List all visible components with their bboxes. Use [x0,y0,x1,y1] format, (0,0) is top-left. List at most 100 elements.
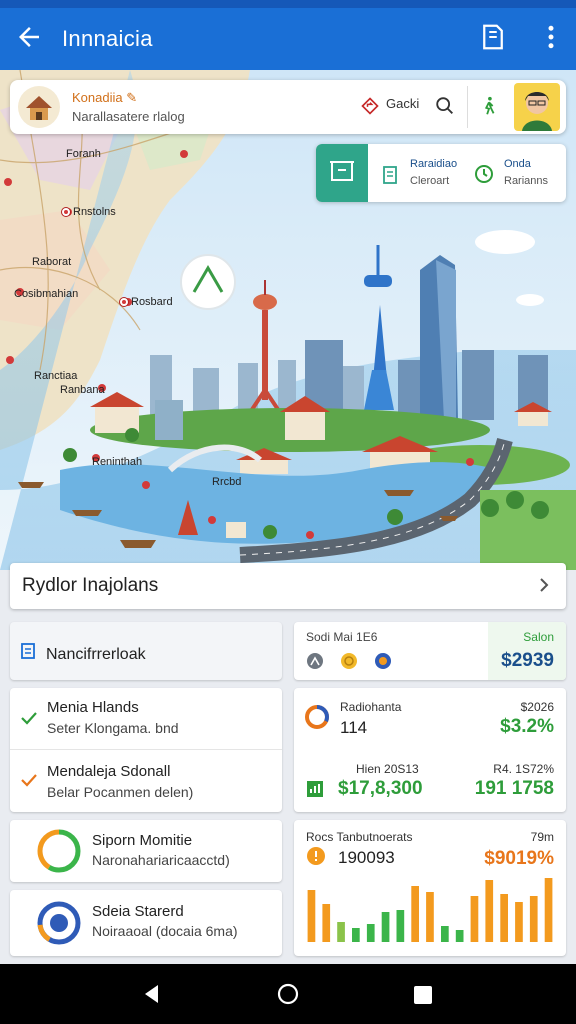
list-header-card[interactable]: Nancifrrerloak [10,622,282,680]
list-item[interactable]: Menia Hlands Seter Klongama. bnd [10,688,282,750]
stat-mid-value: 114 [340,718,368,737]
chart-bar [441,926,449,942]
stat-card-mid[interactable]: Radiohanta 114 $2026 $3.2% Hien 20S13 R4… [294,688,566,812]
landmark-thumbnail [18,86,60,128]
nav-recents-icon[interactable] [412,984,434,1006]
list-item-title: Menia Hlands [47,699,139,716]
map-label: Raborat [32,256,72,268]
stat-mid-right-top: $2026 [520,700,554,714]
chart-bar [455,930,464,942]
info-col1-sub: Cleroart [410,175,450,187]
info-col2-sub: Rarianns [504,175,549,187]
app-title: Innnaicia [62,26,153,51]
info-col2-title: Onda [504,158,531,170]
list-item-sub: Noiraaoal (docaia 6ma) [92,923,238,939]
chart-bar [381,912,390,942]
stat-top-value: $2939 [501,650,554,671]
check-icon [21,712,37,725]
divider [467,86,468,128]
walk-icon[interactable] [478,95,500,117]
list-item-title: Sdeia Starerd [92,903,184,920]
system-nav-bar [0,964,576,1024]
map-label: Rrcbd [212,476,242,488]
list-item-sub: Seter Klongama. bnd [47,720,179,736]
clock-icon [475,165,493,183]
directions-icon[interactable] [360,96,380,116]
location-bar[interactable]: Konadiia ✎ Narallasatere rlalog Gacki [10,80,566,134]
alert-icon [307,847,325,865]
map-label: Reninthah [92,456,143,468]
ring-badge-icon [37,901,81,945]
list-item[interactable]: Sdeia Starerd Noiraaoal (docaia 6ma) [10,890,282,956]
nav-home-icon[interactable] [276,982,300,1006]
search-icon[interactable] [434,95,456,117]
chart-bar [411,886,419,942]
stat-card-chart[interactable]: Rocs Tanbutnoerats 79m 190093 $9019% [294,820,566,956]
chart-bar [500,894,508,942]
building-icon [330,161,354,181]
stat-bottom-value: 190093 [338,848,395,867]
info-card[interactable]: Raraidiao Cleroart Onda Rarianns [316,144,566,202]
chevron-right-icon[interactable] [536,577,552,593]
list-item[interactable]: Siporn Momitie Naronahariaricaacctd) [10,820,282,882]
stat-top-right-label: Salon [523,630,554,644]
map-label: Rosbard [120,296,173,308]
chart-bar [322,904,331,942]
chart-bar [515,902,523,942]
list-item-title: Siporn Momitie [92,832,193,849]
chart-bar [337,922,345,942]
explore-label: Rydlor Inajolans [22,575,159,596]
info-col1-title: Raraidiao [410,158,458,170]
location-name: Konadiia ✎ [72,90,138,105]
list-icon [21,643,35,659]
document-icon [383,166,397,184]
list-item[interactable]: Mendaleja Sdonall Belar Pocanmen delen) [10,750,282,812]
chart-bar [307,890,316,942]
avatar[interactable] [514,83,560,131]
progress-ring-icon [37,829,81,873]
chart-bar [366,924,375,942]
map-label: Ranctiaa [34,370,78,382]
chart-bar [544,878,553,942]
list-item-title: Mendaleja Sdonall [47,763,171,780]
stat-bottom-label: Rocs Tanbutnoerats [306,830,413,844]
user-avatar-icon [522,92,552,131]
map-label: Foranh [66,148,101,160]
list-item-sub: Belar Pocanmen delen) [47,784,194,800]
stat-card-top[interactable]: Sodi Mai 1E6 Salon $2939 [294,622,566,680]
back-arrow-icon[interactable] [14,22,44,52]
check-icon [21,774,37,787]
stat-mid-value2: $17,8,300 [338,778,423,799]
stat-mid-value3: 191 1758 [474,778,554,799]
app-root: { "appbar": {"title": "Innnaicia"}, "map… [0,0,576,1024]
stat-mid-label2: Hien 20S13 [356,762,419,776]
bar-chart [307,878,553,942]
stat-mid-right-value: $3.2% [500,716,554,737]
bookmark-map-icon[interactable] [478,22,508,52]
chart-bar [470,896,479,942]
chart-icon [307,781,323,797]
stat-mid-label3: R4. 1S72% [493,762,554,776]
stat-bottom-right-value: $9019% [484,848,554,869]
map-label: Rnstolns [62,206,116,218]
coin-icon [341,653,357,669]
chart-bar [485,880,494,942]
chart-bar [529,896,538,942]
stat-bottom-right-top: 79m [530,830,554,844]
globe-icon [375,653,391,669]
nav-back-icon[interactable] [140,982,164,1006]
ring-chart-icon [305,705,329,729]
list-item-sub: Naronahariaricaacctd) [92,852,230,868]
fork-icon [307,653,323,669]
list-header-title: Nancifrrerloak [46,646,146,663]
explore-bar[interactable]: Rydlor Inajolans [10,563,566,609]
more-vert-icon[interactable] [536,22,566,52]
pencil-icon[interactable]: ✎ [126,90,137,105]
map-label: Cosibmahian [14,288,79,300]
location-subtitle: Narallasatere rlalog [72,109,185,124]
chart-bar [352,928,360,942]
stat-mid-title: Radiohanta [340,700,402,714]
stat-top-label: Sodi Mai 1E6 [306,630,378,644]
go-button[interactable]: Gacki [386,96,419,111]
chart-bar [426,892,434,942]
